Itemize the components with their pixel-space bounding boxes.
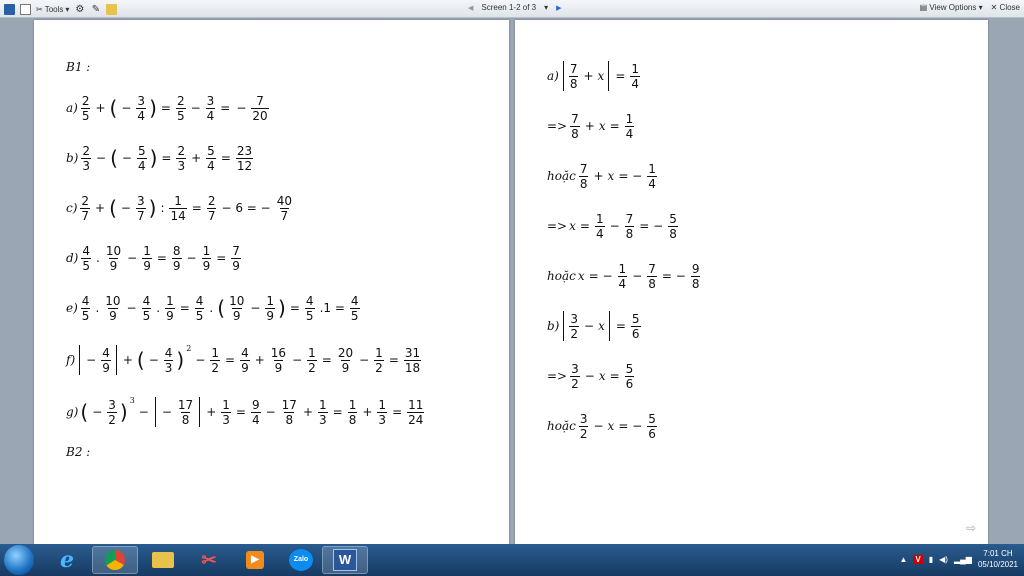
equation-2b: b) 3 2− x = 56 xyxy=(547,311,641,341)
previous-screen-icon[interactable]: ◀ xyxy=(468,4,473,12)
tools-icon: ✂ xyxy=(36,4,43,14)
equation-b: b) 23 −(− 5 4) = 2 3 + 5 4 = 23 12 xyxy=(66,143,254,173)
equation-2a-step1: => 7 8 + x = 14 xyxy=(547,111,635,141)
signal-icon[interactable]: ▂▄▆ xyxy=(954,555,972,564)
network-icon[interactable]: ▮ xyxy=(929,555,933,564)
heading-b2: B2 : xyxy=(66,445,91,459)
scissors-icon: ✂ xyxy=(201,549,217,570)
show-hidden-icons-icon[interactable]: ▲ xyxy=(899,555,907,564)
equation-d: d) 45. 10 9− 1 9 = 8 9− 1 9 = 79 xyxy=(66,243,241,273)
internet-explorer-icon: e xyxy=(60,547,74,573)
snipping-tool-taskbar-button[interactable]: ✂ xyxy=(186,546,232,574)
equation-e: e) 45. 10 9− 45. 1 9 = 4 5.( 10 9− 1 9) = 4 5.1 … xyxy=(66,293,360,323)
save-icon[interactable] xyxy=(4,3,15,15)
view-options-button[interactable]: ▤ View Options ▾ xyxy=(920,3,983,12)
equation-2a: a) 7 8 + x = 14 xyxy=(547,61,641,91)
page-left: B1 : a) 25 +(− 3 4) = 2 5− 3 4 = − 7 20 b) 23 … xyxy=(34,20,509,544)
media-player-icon: ▶ xyxy=(246,551,264,569)
close-icon: ✕ xyxy=(990,3,998,12)
chevron-down-icon: ▾ xyxy=(65,4,70,14)
equation-2a-step3: => x = 1 4− 7 8 = − 58 xyxy=(547,211,678,241)
equation-2a-step2: hoặc 7 8 + x = − 14 xyxy=(547,161,657,191)
word-icon: W xyxy=(333,549,357,571)
clock[interactable]: 7:01 CH 05/10/2021 xyxy=(978,548,1018,570)
equation-2b-step1: => 3 2− x = 56 xyxy=(547,361,635,391)
highlight-icon[interactable]: ✎ xyxy=(90,4,101,15)
chrome-taskbar-button[interactable] xyxy=(92,546,138,574)
chevron-down-icon: ▾ xyxy=(544,3,549,12)
volume-icon[interactable]: ◀) xyxy=(939,555,948,564)
word-taskbar-button[interactable]: W xyxy=(322,546,368,574)
equation-g: g) (− 3 2) 3 − − 17 8 + 1 3 = 9 4− 17 8 + 1 3 = 1 8 +… xyxy=(66,396,425,427)
document-area: B1 : a) 25 +(− 3 4) = 2 5− 3 4 = − 7 20 b) 23 … xyxy=(0,18,1024,544)
next-page-icon[interactable]: ⇨ xyxy=(966,521,976,535)
chrome-icon xyxy=(105,550,125,570)
folder-icon xyxy=(152,552,174,568)
translate-icon[interactable]: ⚙ xyxy=(74,4,85,15)
heading-b1: B1 : xyxy=(66,60,91,74)
zalo-icon: Zalo xyxy=(289,549,313,571)
explorer-taskbar-button[interactable] xyxy=(140,546,186,574)
equation-f: f) − 49 +(− 4 3) 2 − 1 2 = 4 9 + 16 9− 1 2 = 20 9−… xyxy=(66,344,422,375)
media-player-taskbar-button[interactable]: ▶ xyxy=(232,546,278,574)
next-screen-icon[interactable]: ▶ xyxy=(556,4,561,12)
chevron-down-icon: ▾ xyxy=(978,3,983,12)
taskbar: e ✂ ▶ Zalo W ▲ V ▮ ◀) ▂▄▆ 7:01 CH 05/10/… xyxy=(0,544,1024,576)
folder-icon[interactable] xyxy=(106,3,118,15)
equation-c: c) 27 +(− 3 7) : 1 14 = 2 7− 6 = − 40 7 xyxy=(66,193,292,223)
start-button[interactable] xyxy=(4,545,34,575)
equation-2a-step4: hoặc x = − 1 4− 7 8 = − 98 xyxy=(547,261,701,291)
view-options-icon: ▤ xyxy=(919,3,928,12)
close-button[interactable]: ✕ Close xyxy=(991,3,1020,12)
zalo-taskbar-button[interactable]: Zalo xyxy=(278,546,324,574)
print-icon[interactable] xyxy=(20,3,31,15)
page-right: a) 7 8 + x = 14 => 7 8 + x = 14 hoặc 7 8 + x = −… xyxy=(515,20,988,544)
ie-taskbar-button[interactable]: e xyxy=(44,546,90,574)
reading-toolbar: ✂ Tools ▾ ⚙ ✎ ◀ Screen 1-2 of 3 ▾ ▶ ▤ Vi… xyxy=(0,0,1024,18)
antivirus-icon[interactable]: V xyxy=(913,554,923,564)
screen-indicator[interactable]: Screen 1-2 of 3 xyxy=(481,3,536,12)
equation-2b-step2: hoặc 3 2− x = − 56 xyxy=(547,411,657,441)
system-tray: ▲ V ▮ ◀) ▂▄▆ 7:01 CH 05/10/2021 xyxy=(899,548,1018,570)
screen-navigator: ◀ Screen 1-2 of 3 ▾ ▶ xyxy=(468,3,562,12)
equation-a: a) 25 +(− 3 4) = 2 5− 3 4 = − 7 20 xyxy=(66,93,269,123)
tools-menu-button[interactable]: ✂ Tools ▾ xyxy=(36,5,69,14)
